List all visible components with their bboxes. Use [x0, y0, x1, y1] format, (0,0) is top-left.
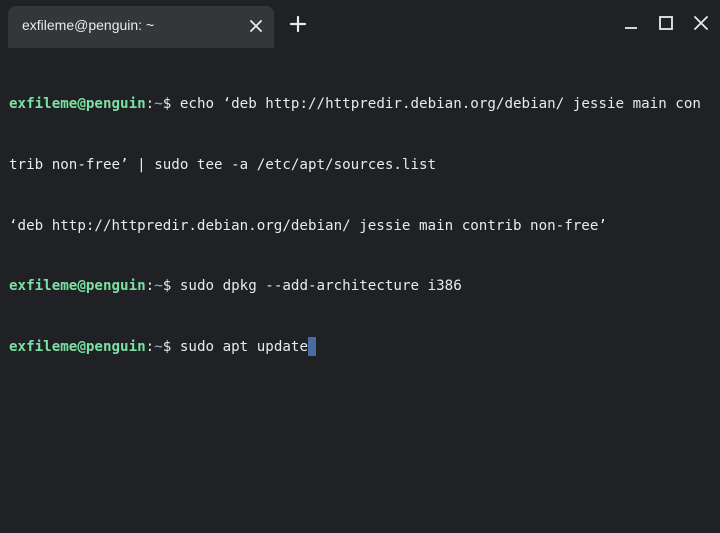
prompt-symbol: $: [162, 278, 180, 295]
text-cursor: [307, 336, 316, 356]
command-text: sudo dpkg --add-architecture i386: [179, 278, 462, 295]
prompt-path: ~: [154, 338, 163, 355]
command-text: sudo apt update: [179, 338, 308, 355]
prompt-symbol: $: [162, 338, 180, 355]
terminal-output[interactable]: exfileme@penguin:~$ echo ‘deb http://htt…: [0, 48, 720, 533]
title-bar: exfileme@penguin: ~: [0, 0, 720, 48]
close-icon[interactable]: [691, 13, 711, 33]
prompt-user: exfileme@penguin: [9, 96, 146, 113]
prompt-symbol: $: [162, 96, 180, 113]
terminal-line: trib non-free’ | sudo tee -a /etc/apt/so…: [9, 155, 701, 175]
output-text: ‘deb http://httpredir.debian.org/debian/…: [9, 217, 607, 234]
terminal-line: exfileme@penguin:~$ sudo dpkg --add-arch…: [9, 276, 701, 296]
prompt-user: exfileme@penguin: [9, 338, 146, 355]
command-text: echo ‘deb http://httpredir.debian.org/de…: [179, 96, 701, 113]
maximize-icon[interactable]: [656, 13, 676, 33]
terminal-line: exfileme@penguin:~$ sudo apt update: [9, 336, 701, 357]
close-icon[interactable]: [248, 18, 264, 34]
terminal-window: exfileme@penguin: ~ exfileme@penguin:~$ …: [0, 0, 720, 533]
prompt-user: exfileme@penguin: [9, 278, 146, 295]
command-text: trib non-free’ | sudo tee -a /etc/apt/so…: [9, 157, 437, 173]
prompt-separator: :: [145, 96, 155, 113]
tab-title: exfileme@penguin: ~: [22, 17, 155, 33]
prompt-path: ~: [154, 96, 163, 113]
prompt-separator: :: [145, 338, 155, 355]
tab-terminal[interactable]: exfileme@penguin: ~: [8, 6, 274, 48]
plus-icon[interactable]: [288, 14, 308, 34]
prompt-path: ~: [154, 278, 163, 295]
minimize-icon[interactable]: [621, 13, 641, 33]
terminal-line: ‘deb http://httpredir.debian.org/debian/…: [9, 216, 701, 236]
prompt-separator: :: [145, 278, 155, 295]
terminal-line: exfileme@penguin:~$ echo ‘deb http://htt…: [9, 94, 701, 114]
